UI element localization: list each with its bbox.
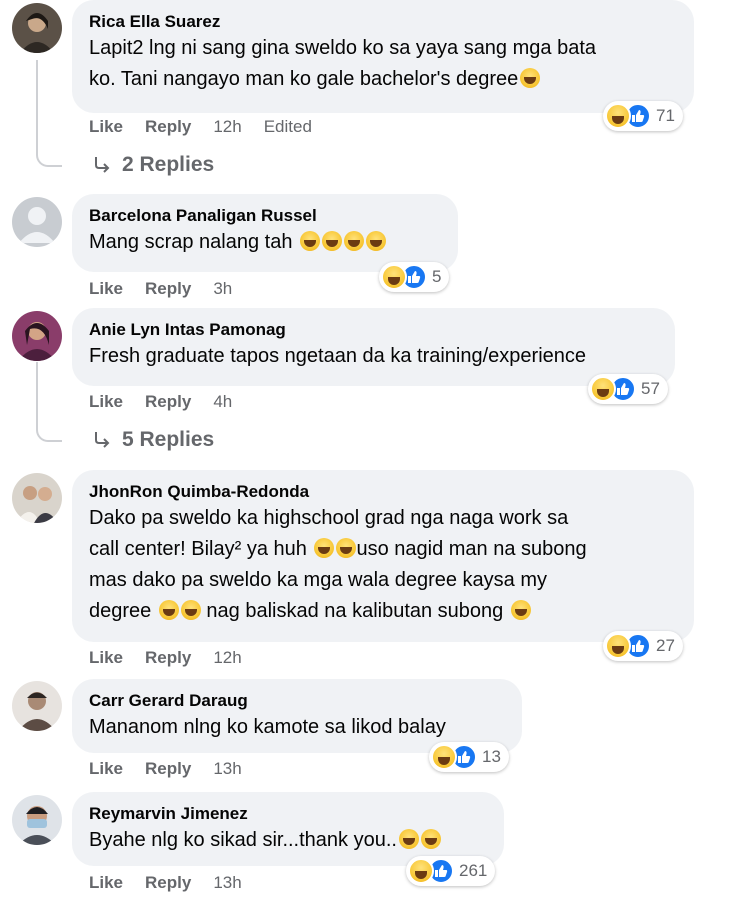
comment-actions: Like Reply 13h <box>89 759 264 779</box>
reaction-count: 13 <box>482 747 501 766</box>
rofl-emoji-icon <box>158 600 179 620</box>
edited-label: Edited <box>263 117 312 136</box>
avatar[interactable] <box>12 795 62 845</box>
tears-of-joy-emoji-icon <box>398 829 419 849</box>
comment-line: Fresh graduate tapos ngetaan da ka train… <box>89 345 587 367</box>
reaction-summary[interactable]: 5 <box>379 262 450 292</box>
reply-arrow-icon <box>95 157 110 173</box>
like-button[interactable]: Like <box>89 392 123 412</box>
haha-icon <box>381 264 407 290</box>
tears-of-joy-emoji-icon <box>300 231 321 251</box>
tears-of-joy-emoji-icon <box>366 231 387 251</box>
comment-text: Dako pa sweldo ka highschool grad nga na… <box>89 503 678 627</box>
comment-actions: Like Reply 13h <box>89 873 264 893</box>
comment-line: call center! Bilay² ya huh <box>89 538 307 560</box>
reply-button[interactable]: Reply <box>145 392 191 412</box>
timestamp[interactable]: 13h <box>213 759 241 779</box>
comment-text: Mang scrap nalang tah <box>89 227 442 258</box>
comment-bubble: Barcelona Panaligan Russel Mang scrap na… <box>72 194 458 272</box>
grinning-emoji-icon <box>314 538 335 558</box>
timestamp[interactable]: 3h <box>213 279 232 299</box>
reply-arrow-icon <box>95 432 110 448</box>
reaction-count: 71 <box>656 106 675 125</box>
comment-line: Mananom nlng ko kamote sa likod balay <box>89 716 446 738</box>
tears-of-joy-emoji-icon <box>420 829 441 849</box>
reply-button[interactable]: Reply <box>145 279 191 299</box>
reply-button[interactable]: Reply <box>145 759 191 779</box>
comment-line: mas dako pa sweldo ka mga wala degree ka… <box>89 569 548 591</box>
comment-line: Mang scrap nalang tah <box>89 231 293 253</box>
rofl-emoji-icon <box>180 600 201 620</box>
comment-author[interactable]: Reymarvin Jimenez <box>89 803 488 825</box>
comment-text: Mananom nlng ko kamote sa likod balay <box>89 712 506 743</box>
comment-line: ko. Tani nangayo man ko gale bachelor's … <box>89 68 519 90</box>
like-button[interactable]: Like <box>89 759 123 779</box>
reaction-count: 27 <box>656 636 675 655</box>
thread-line <box>36 362 62 442</box>
comment-bubble: Anie Lyn Intas Pamonag Fresh graduate ta… <box>72 308 675 386</box>
like-button[interactable]: Like <box>89 117 123 137</box>
comment-author[interactable]: JhonRon Quimba-Redonda <box>89 481 678 503</box>
comment-text: Byahe nlg ko sikad sir...thank you.. <box>89 825 488 856</box>
reaction-count: 57 <box>641 379 660 398</box>
comment-text: Fresh graduate tapos ngetaan da ka train… <box>89 341 659 372</box>
timestamp[interactable]: 13h <box>213 873 241 893</box>
comment-author[interactable]: Anie Lyn Intas Pamonag <box>89 319 659 341</box>
comment-line: nag baliskad na kalibutan subong <box>206 600 504 622</box>
reaction-count: 261 <box>459 861 488 880</box>
reaction-summary[interactable]: 57 <box>588 374 668 404</box>
comment-author[interactable]: Rica Ella Suarez <box>89 11 678 33</box>
comment-bubble: Reymarvin Jimenez Byahe nlg ko sikad sir… <box>72 792 504 866</box>
grinning-emoji-icon <box>336 538 357 558</box>
comment-bubble: JhonRon Quimba-Redonda Dako pa sweldo ka… <box>72 470 694 642</box>
comment-text: Lapit2 lng ni sang gina sweldo ko sa yay… <box>89 33 678 95</box>
haha-icon <box>408 858 434 884</box>
reply-button[interactable]: Reply <box>145 873 191 893</box>
timestamp[interactable]: 12h <box>213 117 241 137</box>
comment-actions: Like Reply 12h Edited <box>89 117 334 137</box>
comment-line: Lapit2 lng ni sang gina sweldo ko sa yay… <box>89 37 597 59</box>
comment-line: degree <box>89 600 152 622</box>
reaction-count: 5 <box>432 267 442 286</box>
tears-of-joy-emoji-icon <box>344 231 365 251</box>
haha-icon <box>590 376 616 402</box>
avatar[interactable] <box>12 197 62 247</box>
like-button[interactable]: Like <box>89 873 123 893</box>
reaction-summary[interactable]: 71 <box>603 101 683 131</box>
grinning-emoji-icon <box>520 68 541 88</box>
haha-icon <box>605 633 631 659</box>
rofl-emoji-icon <box>510 600 531 620</box>
haha-icon <box>605 103 631 129</box>
comment-actions: Like Reply 3h <box>89 279 254 299</box>
timestamp[interactable]: 4h <box>213 392 232 412</box>
reaction-summary[interactable]: 261 <box>406 856 496 886</box>
thread-line <box>36 60 62 167</box>
avatar[interactable] <box>12 681 62 731</box>
view-replies-button[interactable]: 5 Replies <box>92 428 214 452</box>
timestamp[interactable]: 12h <box>213 648 241 668</box>
avatar[interactable] <box>12 311 62 361</box>
comment-actions: Like Reply 4h <box>89 392 254 412</box>
reply-button[interactable]: Reply <box>145 648 191 668</box>
view-replies-button[interactable]: 2 Replies <box>92 153 214 177</box>
replies-count: 5 Replies <box>122 428 215 451</box>
replies-count: 2 Replies <box>122 153 215 176</box>
comment-bubble: Rica Ella Suarez Lapit2 lng ni sang gina… <box>72 0 694 113</box>
comment-line: Dako pa sweldo ka highschool grad nga na… <box>89 507 569 529</box>
comment-actions: Like Reply 12h <box>89 648 264 668</box>
reaction-summary[interactable]: 27 <box>603 631 683 661</box>
reaction-summary[interactable]: 13 <box>429 742 509 772</box>
like-button[interactable]: Like <box>89 648 123 668</box>
comment-author[interactable]: Carr Gerard Daraug <box>89 690 506 712</box>
comment-author[interactable]: Barcelona Panaligan Russel <box>89 205 442 227</box>
avatar[interactable] <box>12 3 62 53</box>
like-button[interactable]: Like <box>89 279 123 299</box>
haha-icon <box>431 744 457 770</box>
reply-button[interactable]: Reply <box>145 117 191 137</box>
comment-line: Byahe nlg ko sikad sir...thank you.. <box>89 829 397 851</box>
comment-line: uso nagid man na subong <box>356 538 587 560</box>
tears-of-joy-emoji-icon <box>322 231 343 251</box>
avatar[interactable] <box>12 473 62 523</box>
